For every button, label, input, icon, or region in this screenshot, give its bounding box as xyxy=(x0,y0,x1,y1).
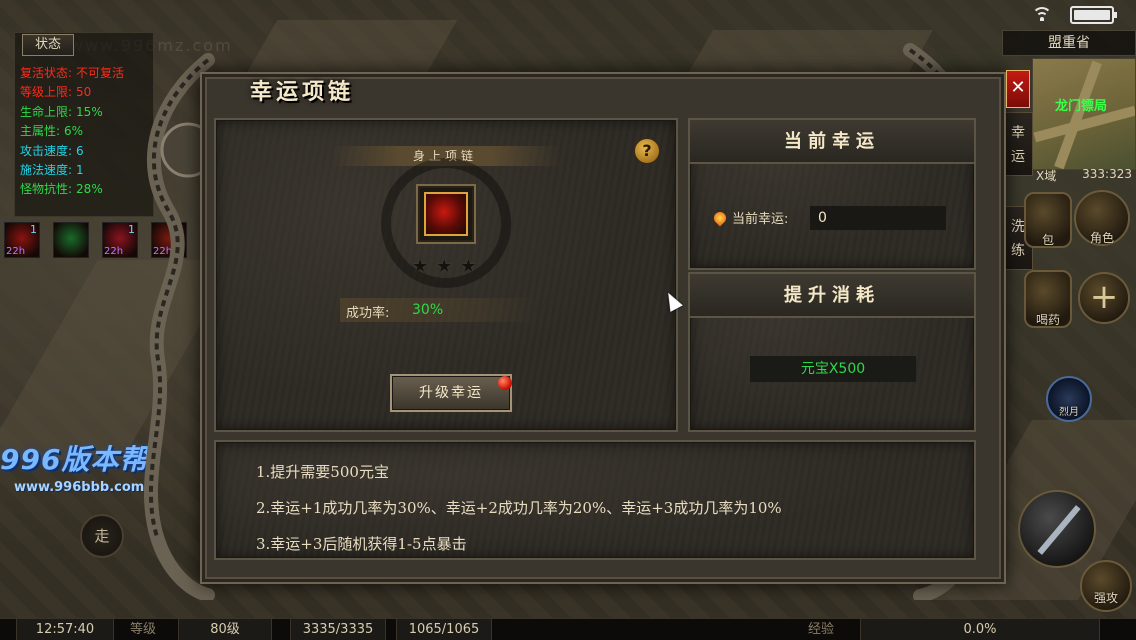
upgrade-luck-button[interactable]: 升级幸运 xyxy=(390,374,512,412)
cost-value: 元宝X500 xyxy=(750,356,916,382)
current-luck-value: 0 xyxy=(810,206,946,230)
bag-label: 包 xyxy=(1041,233,1054,247)
luck-stars: ★ ★ ★ xyxy=(412,256,476,277)
stat-value: 6% xyxy=(64,124,84,139)
stat-label: 等级上限: xyxy=(20,85,73,100)
buff-icon[interactable]: 1 22h xyxy=(4,222,40,258)
stat-value: 50 xyxy=(76,85,92,100)
stat-label: 怪物抗性: xyxy=(20,182,73,197)
star-empty-icon: ★ xyxy=(460,256,477,277)
star-empty-icon: ★ xyxy=(436,256,453,277)
stat-row: 施法速度: 1 xyxy=(20,161,124,180)
buff-icon[interactable] xyxy=(53,222,89,258)
minimap-place: 龙门镖局 xyxy=(1055,99,1108,114)
stat-row: 生命上限: 15% xyxy=(20,103,124,122)
star-empty-icon: ★ xyxy=(412,256,429,277)
bottom-status-bar: 12:57:40 等级 80级 3335/3335 1065/1065 经验 0… xyxy=(0,618,1136,640)
rule-line: 3.幸运+3后随机获得1-5点暴击 xyxy=(256,535,467,553)
battery-icon xyxy=(1070,6,1117,24)
level-value: 80级 xyxy=(178,619,272,640)
stat-list: 复活状态: 不可复活 等级上限: 50 生命上限: 15% 主属性: 6% 攻击速度: 6 施法速度… xyxy=(20,64,124,200)
stat-value: 28% xyxy=(76,182,103,197)
necklace-slot[interactable] xyxy=(416,184,476,244)
minimap[interactable]: 龙门镖局 xyxy=(1032,58,1136,170)
notification-dot xyxy=(498,376,512,390)
dialog-title: 幸运项链 xyxy=(250,79,355,105)
tab-luck-label: 幸运 xyxy=(1011,125,1025,165)
stat-value: 6 xyxy=(76,143,84,158)
exp-label: 经验 xyxy=(808,622,835,637)
success-rate-label: 成功率: xyxy=(346,306,390,321)
rules-text: 1.提升需要500元宝 2.幸运+1成功几率为30%、幸运+2成功几率为20%、… xyxy=(256,454,782,562)
skill-label: 烈月 xyxy=(1059,407,1079,418)
role-button[interactable]: 角色 xyxy=(1074,190,1130,246)
region-label: X域 xyxy=(1036,169,1057,183)
stat-row: 怪物抗性: 28% xyxy=(20,180,124,199)
stat-label: 施法速度: xyxy=(20,163,73,178)
stat-value: 不可复活 xyxy=(76,66,125,80)
cost-header: 提升消耗 xyxy=(690,274,974,318)
coordinates: 333:323 xyxy=(1082,167,1132,181)
location-name: 盟重省 xyxy=(1002,30,1136,56)
clock: 12:57:40 xyxy=(16,619,114,640)
role-label: 角色 xyxy=(1089,231,1114,245)
current-luck-label: 当前幸运: xyxy=(732,212,789,227)
wifi-icon xyxy=(1032,7,1052,23)
sword-icon xyxy=(1037,505,1081,555)
stat-row: 主属性: 6% xyxy=(20,122,124,141)
hp-value: 3335/3335 xyxy=(290,619,386,640)
stat-row: 等级上限: 50 xyxy=(20,83,124,102)
plus-button[interactable]: + xyxy=(1078,272,1130,324)
stat-row: 复活状态: 不可复活 xyxy=(20,64,124,83)
strong-attack-label: 强攻 xyxy=(1093,591,1118,605)
rule-line: 2.幸运+1成功几率为30%、幸运+2成功几率为20%、幸运+3成功几率为10% xyxy=(256,499,782,517)
stat-value: 15% xyxy=(76,104,103,119)
stat-row: 攻击速度: 6 xyxy=(20,142,124,161)
stat-value: 1 xyxy=(76,163,84,178)
potion-label: 喝药 xyxy=(1035,313,1060,327)
level-label: 等级 xyxy=(130,622,157,637)
attack-main-button[interactable] xyxy=(1018,490,1096,568)
potion-button[interactable]: 喝药 xyxy=(1024,270,1072,328)
buff-count: 1 xyxy=(30,223,37,236)
stat-label: 复活状态: xyxy=(20,66,73,80)
strong-attack-button[interactable]: 强攻 xyxy=(1080,560,1132,612)
bag-button[interactable]: 包 xyxy=(1024,192,1072,248)
current-luck-header: 当前幸运 xyxy=(690,120,974,164)
exp-value: 0.0% xyxy=(860,619,1100,640)
help-icon[interactable]: ? xyxy=(634,138,660,164)
success-rate-value: 30% xyxy=(412,302,444,318)
stat-label: 主属性: xyxy=(20,124,61,139)
stat-label: 生命上限: xyxy=(20,104,73,119)
current-luck-line: 当前幸运: xyxy=(711,208,789,227)
buff-time: 22h xyxy=(6,246,26,257)
necklace-item-icon xyxy=(424,192,468,236)
rule-line: 1.提升需要500元宝 xyxy=(256,463,389,481)
mp-value: 1065/1065 xyxy=(396,619,492,640)
fire-icon xyxy=(711,209,729,227)
plus-icon: + xyxy=(1089,277,1119,317)
stat-label: 攻击速度: xyxy=(20,143,73,158)
close-button[interactable]: ✕ xyxy=(1006,70,1030,108)
status-tab[interactable]: 状态 xyxy=(22,34,74,56)
skill-button[interactable]: 烈月 xyxy=(1046,376,1092,422)
system-status xyxy=(1032,6,1117,24)
